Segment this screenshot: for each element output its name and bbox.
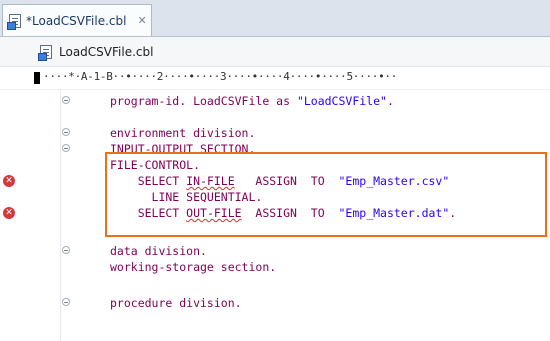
cobol-file-icon — [7, 13, 21, 30]
editor-tabbar: *LoadCSVFile.cbl ✕ — [0, 0, 550, 37]
fold-toggle-icon[interactable] — [62, 144, 70, 152]
fold-toggle-icon[interactable] — [62, 298, 70, 306]
ruler-text: ····*·A-1-B··•····2····•····3····•····4·… — [43, 70, 398, 83]
breadcrumb-label[interactable]: LoadCSVFile.cbl — [59, 45, 153, 59]
fold-toggle-icon[interactable] — [62, 96, 70, 104]
code-line[interactable]: environment division. — [0, 125, 550, 141]
error-icon[interactable]: ✕ — [3, 175, 15, 187]
code-line[interactable]: procedure division. — [0, 295, 550, 311]
error-icon[interactable]: ✕ — [3, 207, 15, 219]
code-line[interactable]: working-storage section. — [0, 259, 550, 275]
close-icon[interactable]: ✕ — [137, 14, 146, 27]
cobol-file-icon — [38, 44, 52, 61]
fold-toggle-icon[interactable] — [62, 246, 70, 254]
tab-label: *LoadCSVFile.cbl — [26, 13, 127, 28]
column-ruler: ····*·A-1-B··•····2····•····3····•····4·… — [0, 67, 550, 90]
code-line[interactable]: data division. — [0, 243, 550, 259]
code-line[interactable]: program-id. LoadCSVFile as "LoadCSVFile"… — [0, 93, 550, 109]
highlight-annotation-box — [105, 152, 547, 237]
breadcrumb: LoadCSVFile.cbl — [0, 37, 550, 67]
fold-toggle-icon[interactable] — [62, 128, 70, 136]
tab-loadcsvfile[interactable]: *LoadCSVFile.cbl ✕ — [2, 4, 152, 36]
ruler-marker — [34, 72, 40, 84]
